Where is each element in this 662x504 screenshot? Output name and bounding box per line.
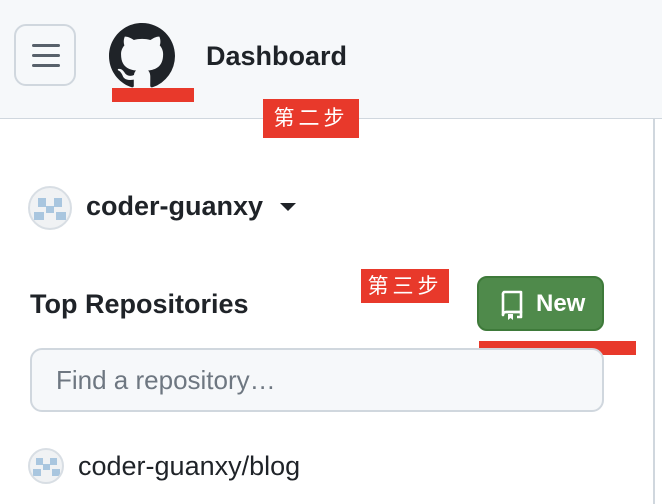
github-logo-icon[interactable]	[109, 23, 175, 89]
hamburger-icon-bar	[32, 64, 60, 67]
new-button-label: New	[536, 290, 586, 317]
context-switcher[interactable]: coder-guanxy	[28, 184, 308, 230]
repo-name-link[interactable]: coder-guanxy/blog	[78, 448, 300, 484]
repo-icon	[501, 290, 523, 320]
user-name: coder-guanxy	[86, 191, 264, 221]
annotation-step2-label: 第二步	[263, 99, 359, 138]
hamburger-icon-bar	[32, 54, 60, 57]
repo-list-item[interactable]: coder-guanxy/blog	[28, 446, 628, 486]
sidebar-divider	[653, 119, 655, 504]
menu-button[interactable]	[14, 24, 76, 86]
annotation-step3-label: 第三步	[361, 269, 449, 303]
caret-down-icon	[280, 203, 296, 211]
new-repository-button[interactable]: New	[477, 276, 604, 331]
hamburger-icon	[32, 44, 60, 47]
repo-owner-avatar	[28, 448, 64, 484]
top-repositories-heading: Top Repositories	[30, 289, 249, 319]
find-repository-input[interactable]	[30, 348, 604, 412]
user-avatar	[28, 186, 72, 230]
page-title: Dashboard	[206, 41, 348, 71]
annotation-underline-logo	[112, 88, 194, 102]
